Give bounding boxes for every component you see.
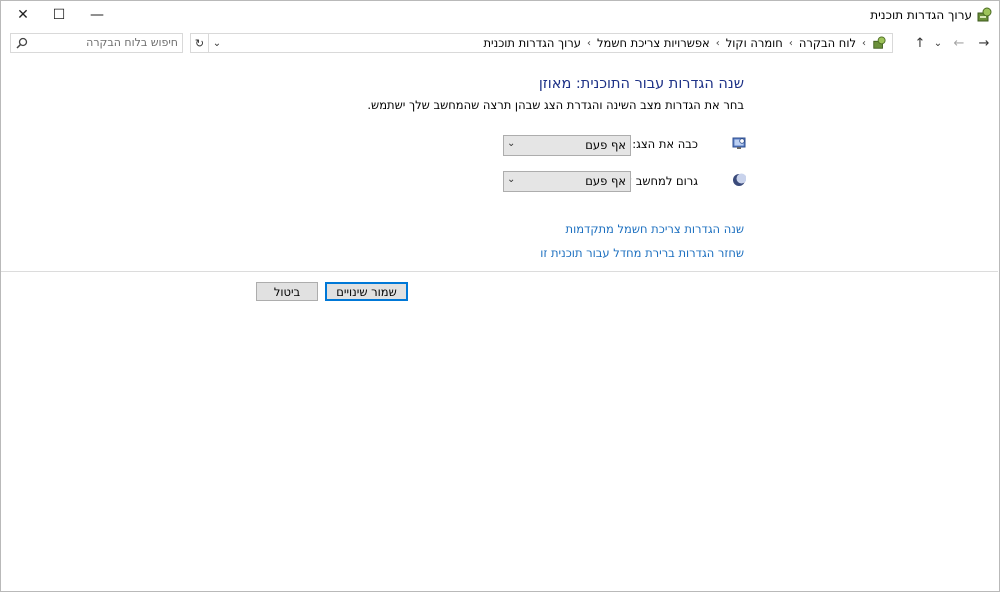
breadcrumb-item-hardware-sound[interactable]: חומרה וקול [726, 36, 783, 50]
title-bar: ✕ ☐ — ערוך הגדרות תוכנית [0, 0, 1000, 30]
display-off-select[interactable]: אף פעם ⌄ [503, 135, 631, 156]
back-button[interactable]: → [975, 34, 993, 52]
sleep-moon-icon [733, 173, 746, 186]
page-description: בחר את הגדרות מצב השינה והגדרת הצג שבהן … [367, 98, 744, 112]
window-title: ערוך הגדרות תוכנית [870, 8, 972, 22]
forward-button[interactable]: ← [950, 34, 968, 52]
chevron-down-icon: ⌄ [933, 37, 943, 49]
display-off-label: כבה את הצג: [632, 137, 698, 151]
up-arrow-icon: ↑ [914, 35, 926, 51]
display-off-value: אף פעם [585, 138, 626, 152]
address-dropdown-button[interactable]: ⌄ [209, 34, 225, 52]
minimize-button[interactable]: — [74, 0, 120, 30]
cancel-button[interactable]: ביטול [256, 282, 318, 301]
breadcrumb-separator: › [715, 37, 720, 49]
search-icon [16, 37, 28, 49]
search-input[interactable] [38, 35, 178, 50]
sleep-select[interactable]: אף פעם ⌄ [503, 171, 631, 192]
chevron-down-icon: ⌄ [507, 174, 516, 185]
control-panel-icon [873, 36, 886, 49]
refresh-icon: ↻ [194, 36, 205, 50]
save-changes-button[interactable]: שמור שינויים [325, 282, 408, 301]
close-icon: ✕ [17, 7, 29, 23]
display-icon [732, 137, 746, 149]
chevron-down-icon: ⌄ [507, 138, 516, 149]
breadcrumb-separator: › [788, 37, 793, 49]
refresh-button[interactable]: ↻ [190, 33, 209, 53]
power-options-icon [977, 7, 992, 22]
breadcrumb-separator: › [586, 37, 591, 49]
breadcrumb-item-power-options[interactable]: אפשרויות צריכת חשמל [597, 36, 710, 50]
maximize-icon: ☐ [52, 7, 66, 23]
up-button[interactable]: ↑ [911, 34, 929, 52]
minimize-icon: — [90, 7, 104, 23]
address-bar[interactable]: ⌄ › לוח הבקרה › חומרה וקול › אפשרויות צר… [208, 33, 893, 53]
sleep-value: אף פעם [585, 174, 626, 188]
window-frame [0, 0, 1000, 592]
breadcrumb: › לוח הבקרה › חומרה וקול › אפשרויות צריכ… [483, 36, 886, 50]
breadcrumb-item-control-panel[interactable]: לוח הבקרה [799, 36, 856, 50]
back-arrow-icon: → [978, 35, 990, 51]
search-box[interactable] [10, 33, 183, 53]
breadcrumb-separator: › [862, 37, 866, 49]
page-title: שנה הגדרות עבור התוכנית: מאוזן [538, 76, 744, 92]
recent-locations-button[interactable]: ⌄ [929, 34, 947, 52]
advanced-settings-link[interactable]: שנה הגדרות צריכת חשמל מתקדמות [566, 222, 744, 236]
breadcrumb-item-edit-plan[interactable]: ערוך הגדרות תוכנית [483, 36, 581, 50]
divider [1, 271, 998, 272]
restore-defaults-link[interactable]: שחזר הגדרות ברירת מחדל עבור תוכנית זו [540, 246, 744, 260]
forward-arrow-icon: ← [953, 35, 965, 51]
chevron-down-icon: ⌄ [212, 37, 222, 49]
